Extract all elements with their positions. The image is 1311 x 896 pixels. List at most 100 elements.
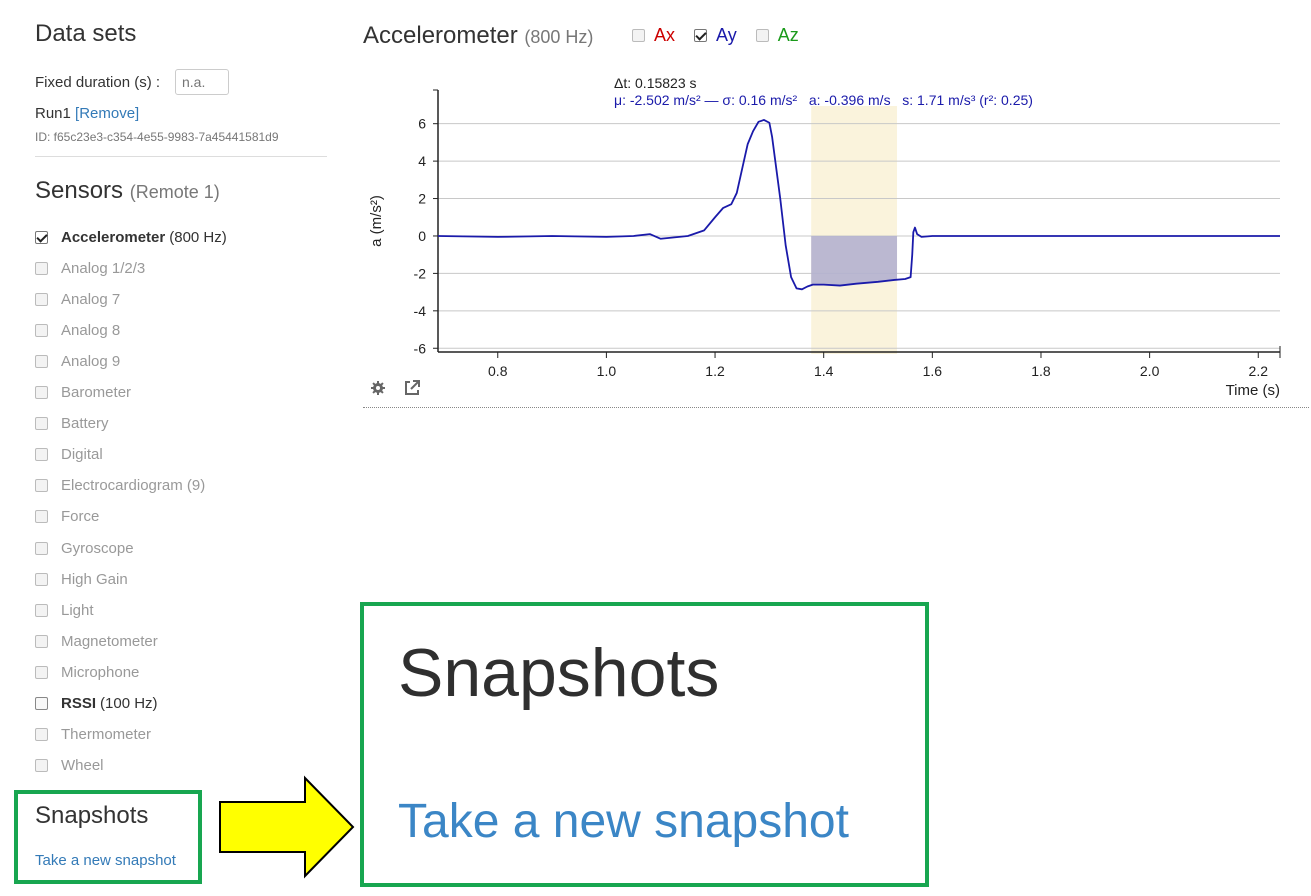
sensor-label: Thermometer: [61, 726, 152, 744]
sensor-label: Gyroscope: [61, 539, 134, 557]
sensor-label: Digital: [61, 446, 103, 464]
y-tick-label: -4: [414, 303, 427, 319]
x-tick-label: 2.2: [1249, 363, 1269, 379]
sensor-checkbox[interactable]: [35, 603, 48, 617]
selection-delta-label: Δt: 0.15823 s: [614, 75, 697, 91]
sensor-checkbox[interactable]: [35, 634, 48, 648]
sensor-item[interactable]: Accelerometer (800 Hz): [35, 226, 227, 248]
sensor-item[interactable]: Electrocardiogram (9): [35, 475, 205, 497]
sensor-item[interactable]: Microphone: [35, 661, 139, 683]
sensors-title: Sensors (Remote 1): [35, 177, 220, 205]
divider: [35, 156, 327, 157]
sensor-checkbox[interactable]: [35, 665, 48, 679]
sensor-item[interactable]: RSSI (100 Hz): [35, 693, 158, 715]
chart-rate: (800 Hz): [524, 27, 594, 47]
snapshots-zoom-title: Snapshots: [398, 635, 720, 711]
sensor-label: Analog 1/2/3: [61, 259, 146, 277]
y-tick-label: -6: [414, 340, 427, 356]
sensor-label: Light: [61, 601, 94, 619]
y-tick-label: 2: [418, 191, 426, 207]
sensor-checkbox[interactable]: [35, 261, 48, 275]
sensor-item[interactable]: Analog 8: [35, 319, 120, 341]
x-axis-label: Time (s): [1226, 382, 1280, 399]
axis-label: Ay: [716, 25, 737, 45]
axis-checkbox[interactable]: [694, 29, 708, 42]
sensor-item[interactable]: Light: [35, 599, 94, 621]
remove-run-link[interactable]: [Remove]: [75, 105, 139, 122]
sensor-label: Accelerometer: [61, 228, 166, 246]
x-tick-label: 1.0: [597, 363, 617, 379]
external-link-icon[interactable]: [403, 379, 421, 397]
sensor-checkbox[interactable]: [35, 572, 48, 586]
sensor-item[interactable]: Analog 9: [35, 350, 120, 372]
x-tick-label: 1.8: [1031, 363, 1051, 379]
fixed-duration-input[interactable]: [175, 69, 229, 95]
axis-checkbox[interactable]: [632, 29, 645, 42]
sensor-item[interactable]: Force: [35, 506, 99, 528]
axis-label: Ax: [654, 25, 676, 45]
sensor-label: Battery: [61, 415, 109, 433]
sensors-subtitle: (Remote 1): [129, 182, 220, 202]
accelerometer-chart[interactable]: -6 -4 -2 0 2 4 6 0.8 1.0 1.2 1.4 1.6 1.8 2.0 2.2 Time (…: [362, 68, 1311, 410]
sensor-checkbox[interactable]: [35, 354, 48, 368]
sensor-rate: (100 Hz): [100, 695, 158, 712]
sensor-rate: (800 Hz): [169, 228, 227, 246]
sensor-checkbox[interactable]: [35, 417, 48, 431]
sensor-item[interactable]: Barometer: [35, 382, 131, 404]
chart-title-text: Accelerometer: [363, 22, 518, 49]
sensor-item[interactable]: Magnetometer: [35, 630, 158, 652]
axis-toggle-ay[interactable]: Ay: [694, 25, 737, 46]
chart-divider: [363, 407, 1309, 408]
y-tick-label: 4: [418, 153, 426, 169]
sensor-item[interactable]: Battery: [35, 413, 109, 435]
sensor-label: Analog 7: [61, 290, 121, 308]
sensor-label: Barometer: [61, 384, 132, 401]
selection-band: [811, 106, 898, 354]
chart-title: Accelerometer (800 Hz): [363, 22, 593, 50]
axis-toggle-ax[interactable]: Ax: [632, 25, 675, 46]
settings-icon[interactable]: [369, 379, 387, 397]
sensor-label: Force: [61, 508, 100, 526]
sensor-checkbox[interactable]: [35, 479, 48, 493]
sensors-title-text: Sensors: [35, 177, 124, 204]
y-tick-label: 0: [418, 228, 426, 244]
sensor-checkbox[interactable]: [35, 728, 48, 742]
sensor-label: RSSI: [61, 695, 97, 712]
x-tick-label: 0.8: [488, 363, 508, 379]
snapshots-title: Snapshots: [35, 802, 149, 829]
sensor-item[interactable]: Thermometer: [35, 724, 151, 746]
axis-checkbox[interactable]: [755, 29, 769, 42]
run-id: ID: f65c23e3-c354-4e55-9983-7a45441581d9: [35, 130, 279, 144]
sensor-item[interactable]: Gyroscope: [35, 537, 134, 559]
x-tick-label: 1.2: [705, 363, 725, 379]
sensor-label: Microphone: [61, 663, 140, 681]
take-snapshot-link[interactable]: Take a new snapshot: [35, 852, 176, 869]
sensor-checkbox[interactable]: [35, 510, 48, 524]
selection-fill: [811, 235, 898, 286]
sensor-label: Magnetometer: [61, 632, 158, 650]
sensor-item[interactable]: Wheel: [35, 755, 104, 777]
run-entry: Run1 [Remove]: [35, 105, 139, 122]
sensor-checkbox[interactable]: [35, 292, 48, 306]
sensor-item[interactable]: High Gain: [35, 568, 128, 590]
sensor-item[interactable]: Digital: [35, 444, 103, 466]
selection-band-layer: [811, 106, 898, 354]
sensor-item[interactable]: Analog 1/2/3: [35, 257, 145, 279]
sensor-label: Wheel: [61, 757, 104, 775]
sensor-item[interactable]: Analog 7: [35, 288, 120, 310]
sensor-checkbox[interactable]: [35, 697, 48, 710]
take-snapshot-zoom-link: Take a new snapshot: [398, 795, 849, 848]
sensor-checkbox[interactable]: [35, 323, 48, 337]
x-tick-label: 1.6: [923, 363, 943, 379]
fixed-duration-label: Fixed duration (s) :: [35, 74, 161, 91]
sensor-checkbox[interactable]: [35, 541, 48, 555]
sensor-checkbox[interactable]: [35, 386, 48, 399]
sensor-checkbox[interactable]: [35, 759, 48, 773]
snapshots-zoom-highlight: Snapshots Take a new snapshot: [360, 602, 929, 887]
sensor-label: Electrocardiogram (9): [61, 477, 206, 495]
sensor-checkbox[interactable]: [35, 230, 48, 244]
y-tick-label: -2: [414, 265, 427, 281]
sensor-checkbox[interactable]: [35, 448, 48, 462]
axis-toggle-az[interactable]: Az: [755, 25, 799, 46]
x-tick-label: 1.4: [814, 363, 834, 379]
